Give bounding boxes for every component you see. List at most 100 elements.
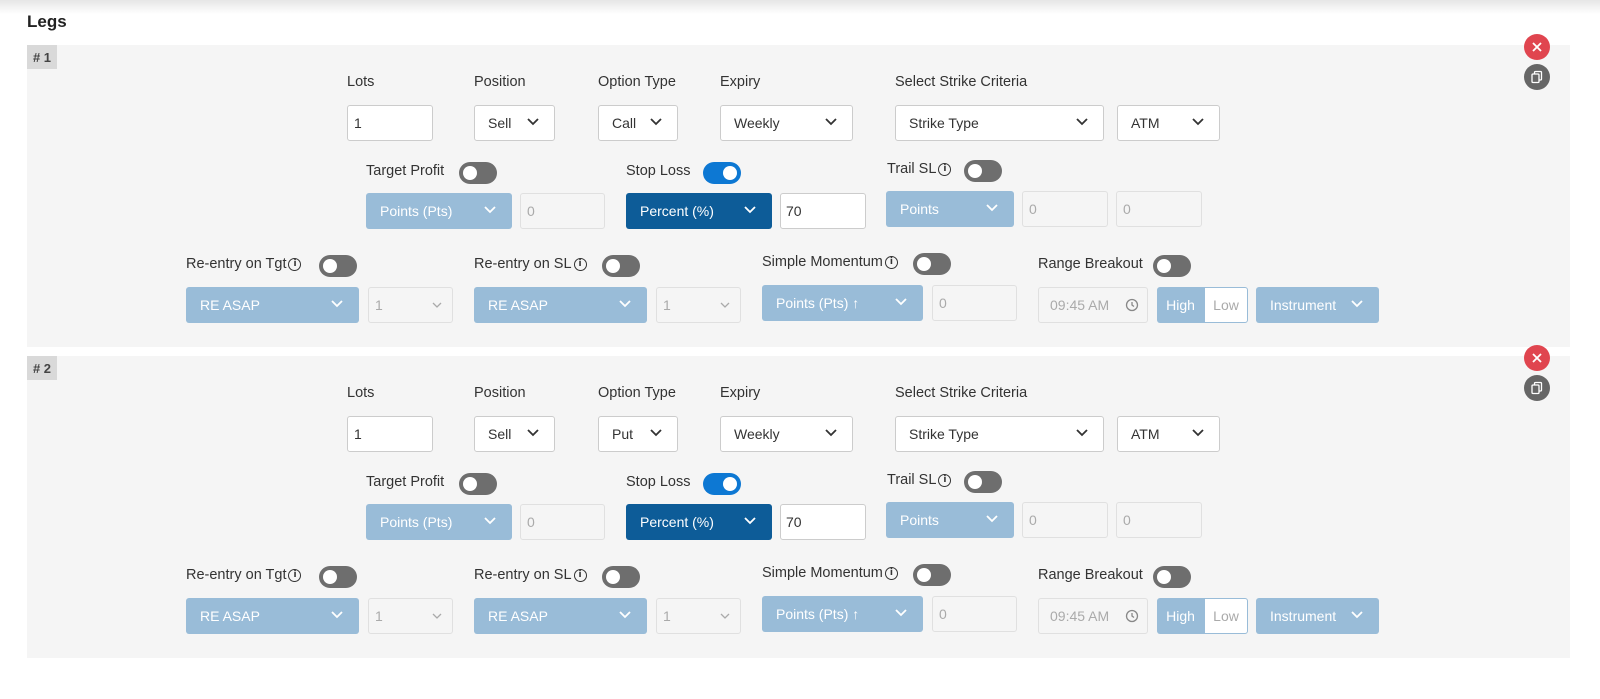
- option-type-select[interactable]: Put: [598, 416, 678, 452]
- range-breakout-time: 09:45 AM: [1050, 297, 1110, 313]
- expiry-value: Weekly: [734, 426, 780, 442]
- trail-sl-value2-input[interactable]: 0: [1116, 191, 1202, 227]
- range-breakout-source: Instrument: [1270, 608, 1337, 624]
- stop-loss-value-input[interactable]: 70: [780, 193, 866, 229]
- trail-sl-value2-input[interactable]: 0: [1116, 502, 1202, 538]
- reentry-sl-count-select[interactable]: 1: [656, 287, 741, 323]
- trail-sl-toggle[interactable]: [964, 471, 1002, 493]
- range-breakout-toggle[interactable]: [1153, 255, 1191, 277]
- chevron-down-icon: [432, 302, 442, 308]
- expiry-select[interactable]: Weekly: [720, 105, 853, 141]
- stop-loss-mode-select[interactable]: Percent (%): [626, 193, 772, 229]
- simple-momentum-toggle[interactable]: [913, 253, 951, 275]
- stop-loss-value-input[interactable]: 70: [780, 504, 866, 540]
- range-breakout-time-input[interactable]: 09:45 AM: [1038, 598, 1148, 634]
- target-profit-mode-select[interactable]: Points (Pts): [366, 504, 512, 540]
- reentry-sl-toggle[interactable]: [602, 255, 640, 277]
- reentry-tgt-mode-select[interactable]: RE ASAP: [186, 598, 359, 634]
- range-breakout-time: 09:45 AM: [1050, 608, 1110, 624]
- low-button[interactable]: Low: [1204, 287, 1248, 323]
- reentry-sl-text: Re-entry on SL: [474, 256, 572, 272]
- target-profit-mode-select[interactable]: Points (Pts): [366, 193, 512, 229]
- stop-loss-label: Stop Loss: [626, 163, 691, 179]
- reentry-tgt-mode-select[interactable]: RE ASAP: [186, 287, 359, 323]
- info-icon: i: [573, 568, 587, 582]
- reentry-tgt-count: 1: [375, 608, 383, 624]
- delete-leg-button[interactable]: [1524, 345, 1550, 371]
- chevron-down-icon: [484, 206, 496, 214]
- reentry-tgt-toggle[interactable]: [319, 255, 357, 277]
- reentry-sl-mode-select[interactable]: RE ASAP: [474, 287, 647, 323]
- strike-type-select[interactable]: Strike Type: [895, 416, 1104, 452]
- trail-sl-value1-input[interactable]: 0: [1022, 502, 1108, 538]
- strike-value: ATM: [1131, 426, 1160, 442]
- target-profit-value-input[interactable]: 0: [520, 193, 605, 229]
- chevron-down-icon: [619, 300, 631, 308]
- chevron-down-icon: [484, 517, 496, 525]
- position-select[interactable]: Sell: [474, 416, 555, 452]
- range-breakout-source: Instrument: [1270, 297, 1337, 313]
- high-button[interactable]: High: [1157, 287, 1204, 323]
- stop-loss-toggle[interactable]: [703, 473, 741, 495]
- strike-type-value: Strike Type: [909, 115, 979, 131]
- lots-input[interactable]: 1: [347, 416, 433, 452]
- stop-loss-toggle[interactable]: [703, 162, 741, 184]
- reentry-tgt-toggle[interactable]: [319, 566, 357, 588]
- strike-value-select[interactable]: ATM: [1117, 416, 1220, 452]
- stop-loss-mode: Percent (%): [640, 203, 714, 219]
- option-type-select[interactable]: Call: [598, 105, 678, 141]
- chevron-down-icon: [986, 204, 998, 212]
- expiry-select[interactable]: Weekly: [720, 416, 853, 452]
- simple-momentum-toggle[interactable]: [913, 564, 951, 586]
- reentry-tgt-mode: RE ASAP: [200, 608, 260, 624]
- simple-momentum-mode-select[interactable]: Points (Pts) ↑: [762, 285, 923, 321]
- info-icon: i: [938, 162, 952, 176]
- range-breakout-toggle[interactable]: [1153, 566, 1191, 588]
- target-profit-toggle[interactable]: [459, 473, 497, 495]
- reentry-tgt-label: Re-entry on Tgt i: [186, 567, 302, 583]
- high-button[interactable]: High: [1157, 598, 1204, 634]
- chevron-down-icon: [331, 611, 343, 619]
- position-select[interactable]: Sell: [474, 105, 555, 141]
- page-title: Legs: [27, 12, 67, 31]
- option-type-value: Call: [612, 115, 637, 131]
- range-breakout-source-select[interactable]: Instrument: [1256, 598, 1379, 634]
- strike-type-select[interactable]: Strike Type: [895, 105, 1104, 141]
- reentry-sl-mode-select[interactable]: RE ASAP: [474, 598, 647, 634]
- reentry-sl-toggle[interactable]: [602, 566, 640, 588]
- range-breakout-source-select[interactable]: Instrument: [1256, 287, 1379, 323]
- reentry-tgt-label: Re-entry on Tgt i: [186, 256, 302, 272]
- simple-momentum-mode-select[interactable]: Points (Pts) ↑: [762, 596, 923, 632]
- copy-leg-button[interactable]: [1524, 64, 1550, 90]
- clock-icon: [1125, 298, 1139, 312]
- trail-sl-mode-select[interactable]: Points: [886, 191, 1014, 227]
- simple-momentum-value-input[interactable]: 0: [932, 596, 1017, 632]
- range-breakout-time-input[interactable]: 09:45 AM: [1038, 287, 1148, 323]
- reentry-sl-count-select[interactable]: 1: [656, 598, 741, 634]
- position-label: Position: [474, 385, 526, 401]
- low-button[interactable]: Low: [1204, 598, 1248, 634]
- simple-momentum-text: Simple Momentum: [762, 254, 883, 270]
- reentry-sl-count: 1: [663, 608, 671, 624]
- trail-sl-toggle[interactable]: [964, 160, 1002, 182]
- chevron-down-icon: [1192, 429, 1204, 437]
- simple-momentum-value-input[interactable]: 0: [932, 285, 1017, 321]
- chevron-down-icon: [895, 298, 907, 306]
- trail-sl-mode-select[interactable]: Points: [886, 502, 1014, 538]
- chevron-down-icon: [527, 118, 539, 126]
- lots-label: Lots: [347, 385, 375, 401]
- target-profit-toggle[interactable]: [459, 162, 497, 184]
- trail-sl-value1-input[interactable]: 0: [1022, 191, 1108, 227]
- delete-leg-button[interactable]: [1524, 34, 1550, 60]
- chevron-down-icon: [986, 515, 998, 523]
- target-profit-value-input[interactable]: 0: [520, 504, 605, 540]
- chevron-down-icon: [744, 206, 756, 214]
- info-icon: i: [288, 568, 302, 582]
- strike-value-select[interactable]: ATM: [1117, 105, 1220, 141]
- copy-leg-button[interactable]: [1524, 375, 1550, 401]
- reentry-tgt-count-select[interactable]: 1: [368, 598, 453, 634]
- lots-input[interactable]: 1: [347, 105, 433, 141]
- stop-loss-mode-select[interactable]: Percent (%): [626, 504, 772, 540]
- reentry-tgt-mode: RE ASAP: [200, 297, 260, 313]
- reentry-tgt-count-select[interactable]: 1: [368, 287, 453, 323]
